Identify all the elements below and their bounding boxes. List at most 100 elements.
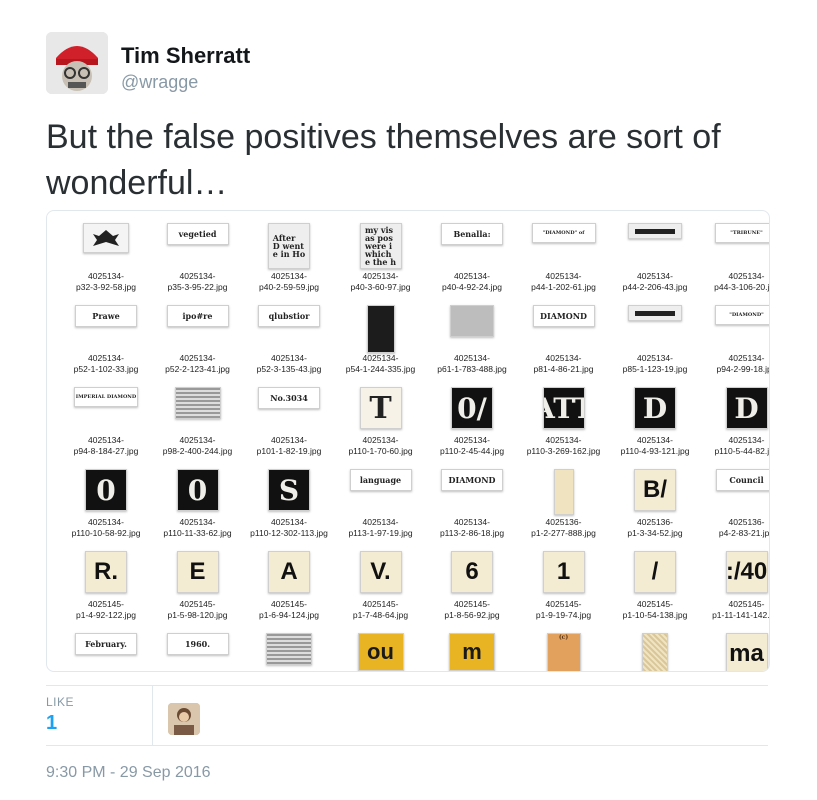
thumbnail-item: E 4025145- p1-5-98-120.jpg: [153, 547, 243, 627]
author-name[interactable]: Tim Sherratt: [121, 43, 250, 69]
thumbnail-caption: 4025134- p110-3-269-162.jpg: [526, 435, 601, 456]
thumbnail-text: Benalla:: [453, 229, 491, 239]
thumbnail-image: 0: [85, 469, 127, 511]
thumbnail-caption: 4025134- p35-3-95-22.jpg: [167, 271, 228, 292]
thumbnail-caption: 4025134- p101-1-82-19.jpg: [256, 435, 322, 456]
thumbnail-text: ipo#re: [182, 311, 213, 321]
thumbnail-image: m: [449, 633, 495, 671]
thumbnail-text: vegetied: [178, 229, 217, 239]
thumbnail-item: After D went e in Ho 4025134- p40-2-59-59…: [244, 219, 334, 299]
like-label: LIKE: [46, 695, 75, 709]
thumbnail-image: After D went e in Ho: [268, 223, 310, 269]
thumbnail-text: /: [651, 558, 659, 585]
thumbnail-caption: 4025134- p61-1-783-488.jpg: [437, 353, 507, 374]
thumbnail-item: 4025134- p32-3-92-58.jpg: [61, 219, 151, 299]
thumbnail-image: [450, 305, 494, 337]
thumbnail-image: B/: [634, 469, 676, 511]
thumbnail-caption: 4025134- p44-2-206-43.jpg: [622, 271, 688, 292]
thumbnail-text: E: [189, 558, 206, 585]
author-handle[interactable]: @wragge: [121, 72, 198, 93]
thumbnail-text: "DIAMOND" of: [542, 230, 585, 236]
thumbnail-image: ATT: [542, 387, 585, 429]
thumbnail-item: Council 4025136- p4-2-83-21.jpg: [702, 465, 769, 545]
thumbnail-image: [174, 387, 221, 419]
thumbnail-item: m: [427, 629, 517, 671]
thumbnail-caption: 4025134- p110-11-33-62.jpg: [163, 517, 232, 538]
thumbnail-image: 0: [176, 469, 219, 511]
thumbnail-item: "DIAMOND" 4025134- p94-2-99-18.jpg: [702, 301, 769, 381]
thumbnail-caption: 4025134- p110-12-302-113.jpg: [250, 517, 328, 538]
thumbnail-text: (c): [558, 634, 569, 641]
thumbnail-text: V.: [370, 558, 391, 585]
thumbnail-image: [266, 633, 312, 665]
thumbnail-text: m: [462, 639, 482, 664]
thumbnail-image: No.3034: [258, 387, 320, 409]
thumbnail-image: IMPERIAL DIAMOND: [74, 387, 138, 407]
thumbnail-caption: 4025145- p1-4-92-122.jpg: [75, 599, 136, 620]
thumbnail-caption: 4025134- p94-8-184-27.jpg: [73, 435, 139, 456]
thumbnail-caption: 4025145- p1-10-54-138.jpg: [622, 599, 688, 620]
thumbnail-image: V.: [359, 551, 402, 593]
thumbnail-text: S: [278, 473, 300, 507]
thumbnail-image: 1: [542, 551, 585, 593]
thumbnail-image: vegetied: [166, 223, 229, 245]
thumbnail-image: Council: [715, 469, 769, 491]
thumbnail-caption: 4025136- p1-3-34-52.jpg: [627, 517, 683, 538]
thumbnail-caption: 4025134- p52-2-123-41.jpg: [165, 353, 230, 374]
thumbnail-item: :/40 4025145- p1-11-141-142.jpg: [702, 547, 769, 627]
tweet-timestamp[interactable]: 9:30 PM - 29 Sep 2016: [46, 764, 211, 782]
thumbnail-text: ATT: [544, 391, 584, 425]
thumbnail-caption: 4025136- p1-2-277-888.jpg: [531, 517, 596, 538]
thumbnail-item: D 4025134- p110-4-93-121.jpg: [610, 383, 700, 463]
thumbnail-image: [553, 469, 574, 515]
thumbnail-item: [244, 629, 334, 671]
thumbnail-text: Council: [729, 475, 764, 485]
tweet-media-image[interactable]: 4025134- p32-3-92-58.jpg vegetied 4025134-…: [46, 210, 770, 672]
thumbnail-item: ou: [336, 629, 426, 671]
thumbnail-caption: 4025134- p94-2-99-18.jpg: [716, 353, 769, 374]
divider: [152, 685, 153, 745]
thumbnail-text: DIAMOND: [448, 475, 496, 485]
thumbnail-item: 4025134- p98-2-400-244.jpg: [153, 383, 243, 463]
thumbnail-image: ma: [725, 633, 768, 671]
thumbnail-image: [642, 633, 668, 671]
thumbnail-item: 4025134- p61-1-783-488.jpg: [427, 301, 517, 381]
author-avatar[interactable]: [46, 32, 108, 94]
thumbnail-image: [366, 305, 395, 353]
liker-avatar[interactable]: [168, 703, 200, 735]
thumbnail-image: :/40: [725, 551, 768, 593]
thumbnail-item: (c): [519, 629, 609, 671]
thumbnail-item: 0 4025134- p110-10-58-92.jpg: [61, 465, 151, 545]
thumbnail-item: Prawe 4025134- p52-1-102-33.jpg: [61, 301, 151, 381]
thumbnail-item: "DIAMOND" of 4025134- p44-1-202-61.jpg: [519, 219, 609, 299]
thumbnail-image: language: [349, 469, 412, 491]
thumbnail-image: R.: [85, 551, 127, 593]
thumbnail-item: T 4025134- p110-1-70-60.jpg: [336, 383, 426, 463]
thumbnail-text: ma: [729, 640, 764, 667]
thumbnail-image: Prawe: [75, 305, 137, 327]
thumbnail-item: B/4025136- p1-3-34-52.jpg: [610, 465, 700, 545]
thumbnail-caption: 4025145- p1-9-19-74.jpg: [535, 599, 592, 620]
thumbnail-item: vegetied 4025134- p35-3-95-22.jpg: [153, 219, 243, 299]
thumbnail-image: T: [359, 387, 402, 429]
thumbnail-item: 1960.: [153, 629, 243, 671]
thumbnail-item: February.: [61, 629, 151, 671]
thumbnail-caption: 4025134- p40-3-60-97.jpg: [350, 271, 411, 292]
thumbnail-image: "DIAMOND" of: [531, 223, 596, 243]
thumbnail-caption: 4025134- p110-2-45-44.jpg: [439, 435, 505, 456]
thumbnail-image: D: [725, 387, 768, 429]
thumbnail-text: 0: [187, 473, 208, 507]
thumbnail-text: B/: [643, 476, 667, 503]
thumbnail-text: D: [642, 391, 668, 425]
thumbnail-caption: 4025134- p110-4-93-121.jpg: [620, 435, 690, 456]
thumbnail-text: A: [280, 558, 298, 585]
thumbnail-text: qlubstior: [268, 311, 310, 321]
thumbnail-text: February.: [85, 639, 127, 649]
like-count[interactable]: 1: [46, 712, 57, 735]
thumbnail-text: DIAMOND: [540, 311, 587, 321]
thumbnail-text: 1960.: [184, 639, 211, 649]
thumbnail-text: 0/: [457, 391, 487, 425]
thumbnail-text: my vis as pos were i which e the h: [364, 225, 397, 267]
thumbnail-text: No.3034: [270, 393, 308, 403]
thumbnail-caption: 4025134- p32-3-92-58.jpg: [75, 271, 136, 292]
